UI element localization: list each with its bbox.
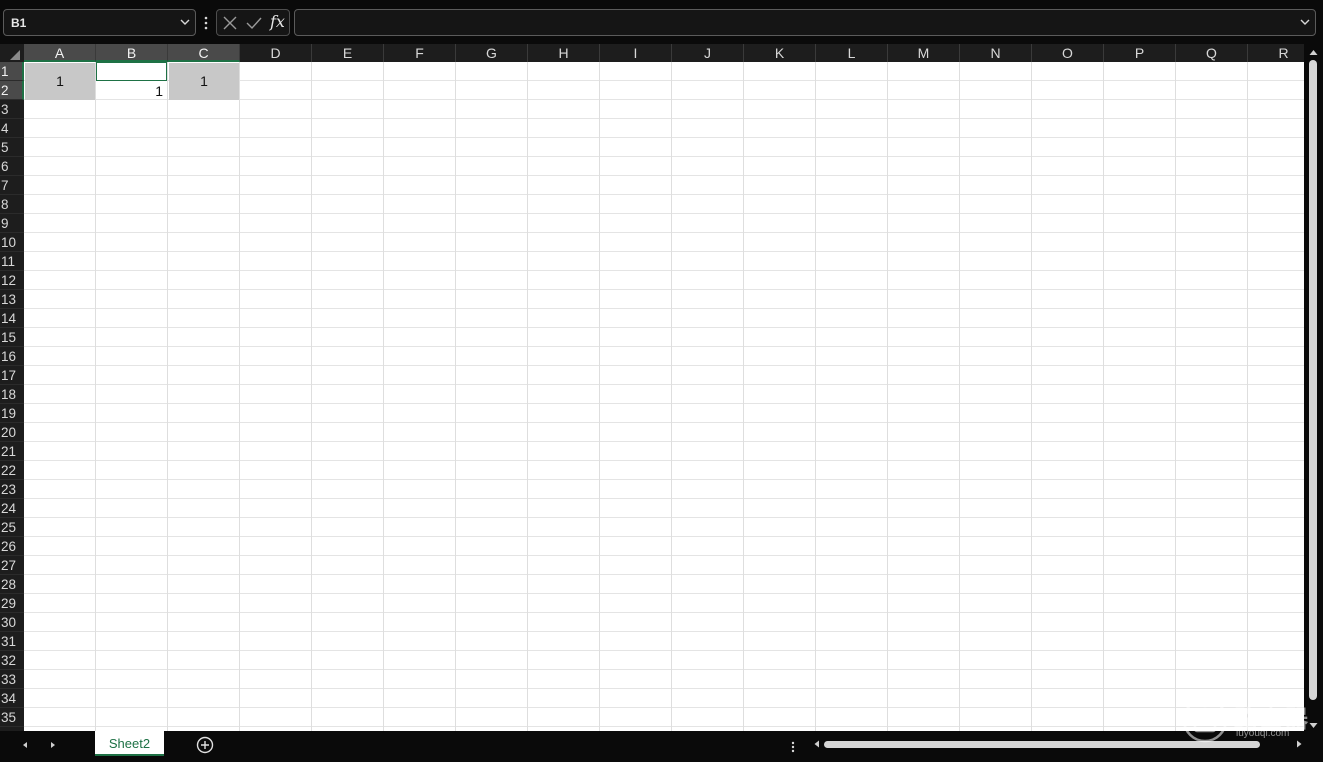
row-header-9[interactable]: 9 <box>0 214 24 233</box>
row-header-11[interactable]: 11 <box>0 252 24 271</box>
row-header-25[interactable]: 25 <box>0 518 24 537</box>
row-header-19[interactable]: 19 <box>0 404 24 423</box>
chevron-down-icon[interactable] <box>178 15 192 29</box>
cell-c1-merged[interactable]: 1 <box>169 63 239 100</box>
router-logo-icon <box>1182 697 1228 743</box>
column-header-g[interactable]: G <box>456 44 528 62</box>
row-header-26[interactable]: 26 <box>0 537 24 556</box>
row-header-8[interactable]: 8 <box>0 195 24 214</box>
column-header-q[interactable]: Q <box>1176 44 1248 62</box>
column-header-k[interactable]: K <box>744 44 816 62</box>
sheet-tab-bar: Sheet2 <box>0 731 1323 762</box>
chevron-down-icon[interactable] <box>1298 15 1312 29</box>
row-header-20[interactable]: 20 <box>0 423 24 442</box>
row-header-13[interactable]: 13 <box>0 290 24 309</box>
next-sheet-icon[interactable] <box>47 739 59 751</box>
row-header-4[interactable]: 4 <box>0 119 24 138</box>
row-header-2[interactable]: 2 <box>0 81 24 100</box>
column-header-b[interactable]: B <box>96 44 168 62</box>
column-header-r[interactable]: R <box>1248 44 1304 62</box>
column-header-j[interactable]: J <box>672 44 744 62</box>
row-header-3[interactable]: 3 <box>0 100 24 119</box>
cell-b1-active[interactable] <box>96 62 167 81</box>
column-header-bar: ABCDEFGHIJKLMNOPQR <box>24 44 1304 62</box>
column-header-e[interactable]: E <box>312 44 384 62</box>
watermark: 路由器 luyouqi.com <box>1182 697 1312 743</box>
column-header-p[interactable]: P <box>1104 44 1176 62</box>
name-box-value: B1 <box>11 16 27 30</box>
row-header-12[interactable]: 12 <box>0 271 24 290</box>
row-header-31[interactable]: 31 <box>0 632 24 651</box>
plus-circle-icon[interactable] <box>195 735 215 755</box>
row-header-27[interactable]: 27 <box>0 556 24 575</box>
row-header-5[interactable]: 5 <box>0 138 24 157</box>
more-options-icon[interactable] <box>787 739 799 755</box>
name-box[interactable]: B1 <box>3 9 196 36</box>
row-header-33[interactable]: 33 <box>0 670 24 689</box>
vertical-scroll-thumb[interactable] <box>1309 60 1317 700</box>
column-header-c[interactable]: C <box>168 44 240 62</box>
row-header-32[interactable]: 32 <box>0 651 24 670</box>
cell-a1-merged[interactable]: 1 <box>25 63 95 100</box>
row-header-21[interactable]: 21 <box>0 442 24 461</box>
column-header-d[interactable]: D <box>240 44 312 62</box>
cell-grid[interactable]: 1 1 1 <box>24 62 1304 731</box>
column-header-o[interactable]: O <box>1032 44 1104 62</box>
column-header-h[interactable]: H <box>528 44 600 62</box>
scroll-up-icon[interactable] <box>1309 48 1318 57</box>
row-header-28[interactable]: 28 <box>0 575 24 594</box>
cell-b2[interactable]: 1 <box>96 81 167 100</box>
sheet-tab-sheet2[interactable]: Sheet2 <box>95 731 164 756</box>
vertical-scrollbar[interactable] <box>1304 44 1323 731</box>
more-options-icon[interactable] <box>200 13 212 33</box>
row-header-1[interactable]: 1 <box>0 62 24 81</box>
row-header-6[interactable]: 6 <box>0 157 24 176</box>
triangle-icon <box>10 50 20 60</box>
row-header-15[interactable]: 15 <box>0 328 24 347</box>
row-header-14[interactable]: 14 <box>0 309 24 328</box>
row-header-17[interactable]: 17 <box>0 366 24 385</box>
insert-function-button[interactable]: fx <box>270 12 285 31</box>
row-header-34[interactable]: 34 <box>0 689 24 708</box>
cancel-icon[interactable] <box>222 15 238 31</box>
row-header-23[interactable]: 23 <box>0 480 24 499</box>
formula-bar: B1 fx <box>0 0 1323 44</box>
row-header-10[interactable]: 10 <box>0 233 24 252</box>
row-header-30[interactable]: 30 <box>0 613 24 632</box>
row-header-29[interactable]: 29 <box>0 594 24 613</box>
row-header-18[interactable]: 18 <box>0 385 24 404</box>
check-icon[interactable] <box>245 15 263 31</box>
row-header-24[interactable]: 24 <box>0 499 24 518</box>
column-header-m[interactable]: M <box>888 44 960 62</box>
scroll-left-icon[interactable] <box>812 739 822 749</box>
previous-sheet-icon[interactable] <box>19 739 31 751</box>
row-header-bar: 1 2 3 4 5 6 7 8 9 10 11 12 13 14 15 16 17 18 19 20 21 22 23 24 2… <box>0 62 24 731</box>
select-all-button[interactable] <box>0 44 24 62</box>
row-header-7[interactable]: 7 <box>0 176 24 195</box>
formula-input[interactable] <box>294 9 1316 36</box>
column-header-i[interactable]: I <box>600 44 672 62</box>
row-header-35[interactable]: 35 <box>0 708 24 727</box>
watermark-url: luyouqi.com <box>1236 728 1290 739</box>
row-header-16[interactable]: 16 <box>0 347 24 366</box>
column-header-f[interactable]: F <box>384 44 456 62</box>
column-header-a[interactable]: A <box>24 44 96 62</box>
column-header-n[interactable]: N <box>960 44 1032 62</box>
formula-actions: fx <box>216 9 290 36</box>
row-header-22[interactable]: 22 <box>0 461 24 480</box>
column-header-l[interactable]: L <box>816 44 888 62</box>
